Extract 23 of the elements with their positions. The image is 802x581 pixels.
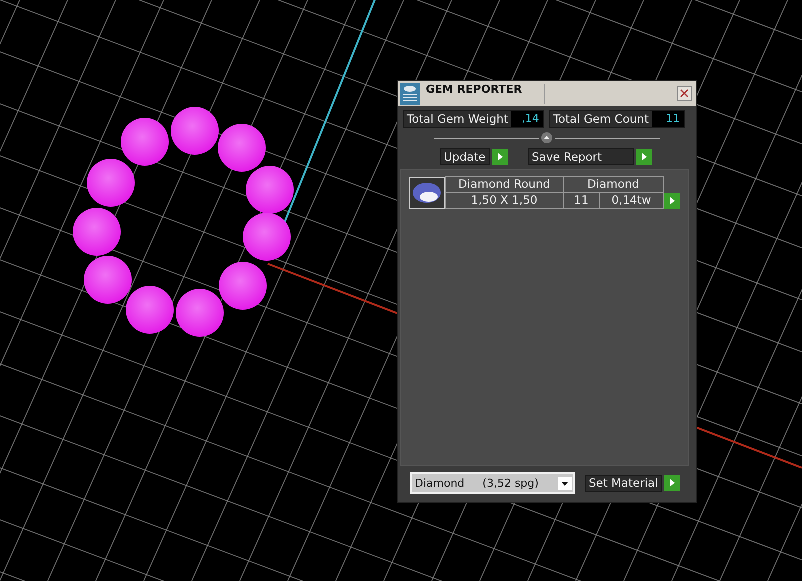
window-title: GEM REPORTER [426,82,524,96]
total-label: Total Gem Weight [406,112,510,126]
play-icon[interactable] [664,475,680,491]
gem-list-icon [400,82,420,104]
play-icon[interactable] [492,148,508,164]
material-dropdown[interactable]: Diamond (3,52 spg) [410,472,575,494]
total-value: ,14 [511,111,544,127]
set-material-button[interactable]: Set Material [585,474,662,492]
gem-thumbnail-icon [409,177,445,209]
close-button[interactable] [677,86,692,101]
gem-name: Diamond Round [445,177,563,193]
close-icon[interactable] [680,89,689,98]
action-button[interactable]: Save Report [528,148,634,165]
gem-count: 11 [563,193,599,208]
collapse-icon[interactable] [541,132,553,144]
caret-icon[interactable] [558,476,572,490]
gem-size: 1,50 X 1,50 [445,193,563,208]
gem-weight: 0,14tw [599,193,663,208]
action-button[interactable]: Update [440,148,490,165]
play-icon[interactable] [636,148,652,164]
gem-material: Diamond [563,177,663,193]
total-label: Total Gem Count [552,112,650,126]
total-value: 11 [652,111,684,127]
